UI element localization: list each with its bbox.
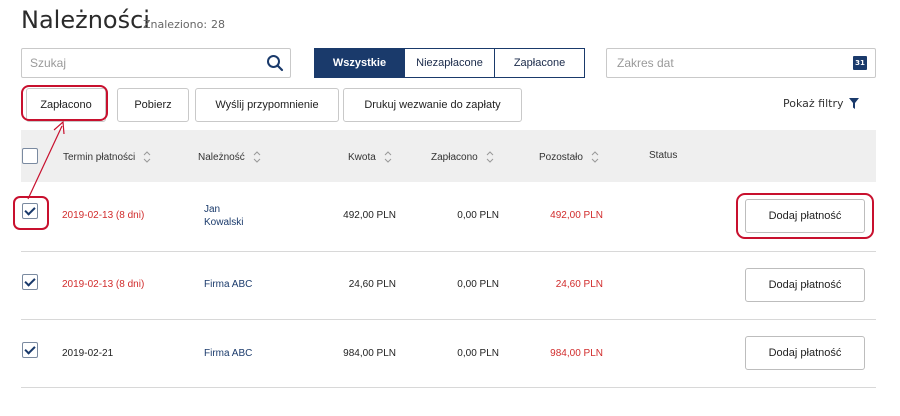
table-row: 2019-02-21 Firma ABC 984,00 PLN 0,00 PLN…: [21, 320, 876, 388]
col-remaining-label: Pozostało: [539, 151, 583, 163]
segment-all[interactable]: Wszystkie: [314, 48, 405, 78]
col-status-label: Status: [649, 150, 678, 161]
due-date: 2019-02-13 (8 dni): [62, 210, 145, 221]
amount: 492,00 PLN: [343, 210, 396, 221]
due-date: 2019-02-13 (8 dni): [62, 279, 145, 290]
remaining-amount: 492,00 PLN: [550, 210, 603, 221]
sort-icon: [591, 151, 599, 163]
sort-icon: [253, 151, 261, 163]
paid-amount: 0,00 PLN: [457, 348, 499, 359]
download-button[interactable]: Pobierz: [117, 88, 189, 122]
filter-icon: [848, 98, 859, 109]
col-amount-label: Kwota: [348, 151, 376, 163]
payer-name-line1: Jan: [204, 204, 221, 215]
due-date: 2019-02-21: [62, 348, 114, 359]
payer-name-line1: Firma ABC: [204, 279, 253, 290]
col-amount[interactable]: Kwota: [348, 150, 392, 164]
add-payment-button[interactable]: Dodaj płatność: [745, 199, 865, 233]
remaining-amount: 984,00 PLN: [550, 348, 603, 359]
payer-name-line2: Kowalski: [204, 217, 244, 228]
col-remaining[interactable]: Pozostało: [539, 150, 599, 164]
mark-paid-button[interactable]: Zapłacono: [26, 88, 106, 122]
paid-amount: 0,00 PLN: [457, 279, 499, 290]
date-range-input[interactable]: [607, 49, 837, 77]
search-box: [21, 48, 291, 78]
col-status: Status: [649, 150, 677, 161]
search-input[interactable]: [22, 49, 252, 77]
table-header: Termin płatności Należność Kwota Zapłaco…: [21, 130, 876, 182]
print-demand-button[interactable]: Drukuj wezwanie do zapłaty: [343, 88, 522, 122]
show-filters-label: Pokaż filtry: [783, 97, 844, 110]
results-count-value: 28: [211, 18, 226, 31]
amount: 24,60 PLN: [348, 279, 396, 290]
row-checkbox[interactable]: [22, 203, 38, 219]
add-payment-button[interactable]: Dodaj płatność: [745, 336, 865, 370]
select-all-checkbox[interactable]: [22, 148, 38, 164]
remaining-amount: 24,60 PLN: [555, 279, 603, 290]
table-row: 2019-02-13 (8 dni) Jan Kowalski 492,00 P…: [21, 182, 876, 252]
results-count-label: Znaleziono:: [143, 18, 208, 31]
col-paid-label: Zapłacono: [431, 151, 478, 163]
search-icon[interactable]: [266, 54, 284, 72]
segment-paid[interactable]: Zapłacone: [495, 48, 585, 78]
paid-amount: 0,00 PLN: [457, 210, 499, 221]
results-count: Znaleziono: 28: [143, 18, 225, 31]
send-reminder-button[interactable]: Wyślij przypomnienie: [195, 88, 339, 122]
row-checkbox[interactable]: [22, 274, 38, 290]
add-payment-button[interactable]: Dodaj płatność: [745, 268, 865, 302]
show-filters-link[interactable]: Pokaż filtry: [783, 97, 859, 110]
amount: 984,00 PLN: [343, 348, 396, 359]
sort-icon: [486, 151, 494, 163]
col-due-date-label: Termin płatności: [63, 151, 136, 163]
col-due-date[interactable]: Termin płatności: [63, 150, 151, 164]
col-receivable-label: Należność: [198, 151, 245, 163]
col-receivable[interactable]: Należność: [198, 150, 261, 164]
sort-icon: [143, 151, 151, 163]
table-row: 2019-02-13 (8 dni) Firma ABC 24,60 PLN 0…: [21, 252, 876, 320]
date-range-field: 31: [606, 48, 876, 78]
sort-icon: [384, 151, 392, 163]
row-checkbox[interactable]: [22, 342, 38, 358]
col-paid[interactable]: Zapłacono: [431, 150, 494, 164]
payment-status-toggle: Wszystkie Niezapłacone Zapłacone: [314, 48, 585, 78]
calendar-icon[interactable]: 31: [853, 56, 867, 70]
segment-unpaid[interactable]: Niezapłacone: [405, 48, 495, 78]
payer-name-line1: Firma ABC: [204, 348, 253, 359]
page-title: Należności: [21, 6, 150, 34]
